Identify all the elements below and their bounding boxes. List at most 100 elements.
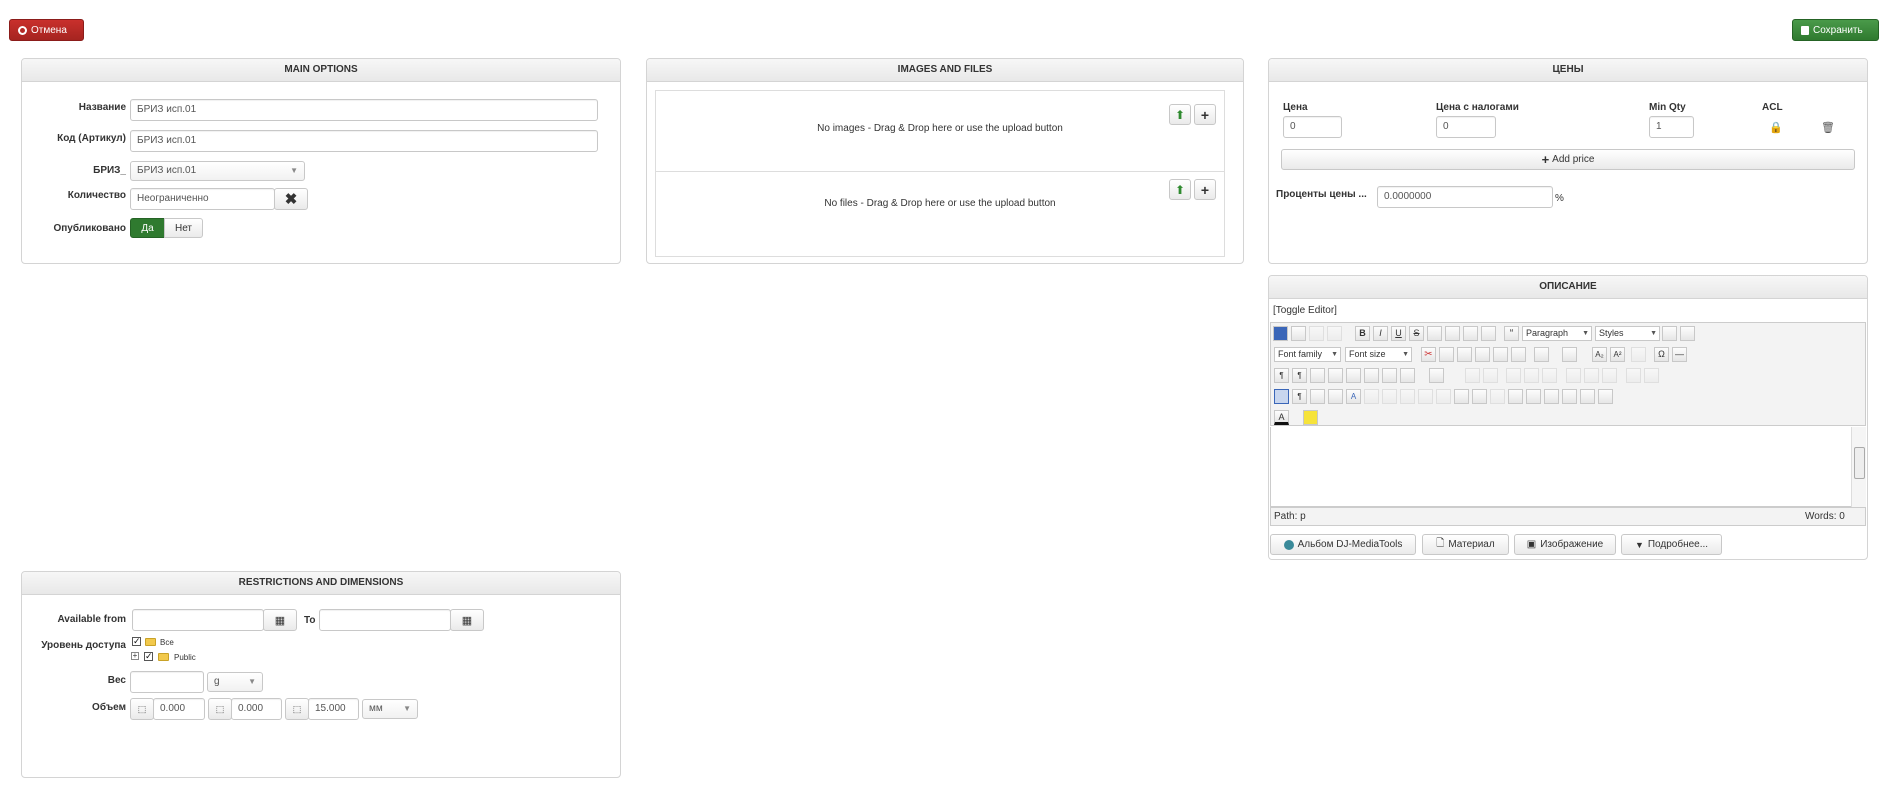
add-file-button[interactable]: + xyxy=(1194,179,1216,200)
copy-icon[interactable] xyxy=(1439,347,1454,362)
align-left-icon[interactable] xyxy=(1463,326,1478,341)
price-input[interactable]: 0 xyxy=(1283,116,1342,138)
available-to-calendar-button[interactable]: ▦ xyxy=(450,609,484,631)
merge-cells-icon[interactable] xyxy=(1644,368,1659,383)
del-icon[interactable] xyxy=(1418,389,1433,404)
preview-icon[interactable] xyxy=(1328,368,1343,383)
fullscreen-icon[interactable] xyxy=(1310,368,1325,383)
weight-input[interactable] xyxy=(130,671,204,693)
image-button[interactable]: ▣ Изображение xyxy=(1514,534,1616,555)
expand-icon[interactable]: + xyxy=(131,652,139,660)
paste-icon[interactable] xyxy=(1457,347,1472,362)
italic-icon[interactable]: I xyxy=(1373,326,1388,341)
superscript-icon[interactable]: A² xyxy=(1610,347,1625,362)
insert-template-icon[interactable] xyxy=(1310,389,1325,404)
name-input[interactable]: БРИЗ исп.01 xyxy=(130,99,598,121)
price-tax-input[interactable]: 0 xyxy=(1436,116,1496,138)
align-center-icon[interactable] xyxy=(1445,326,1460,341)
redo-icon[interactable] xyxy=(1327,326,1342,341)
find-icon[interactable] xyxy=(1382,368,1397,383)
indent-icon[interactable] xyxy=(1511,347,1526,362)
album-button[interactable]: Альбом DJ-MediaTools xyxy=(1270,534,1416,555)
align-justify-icon[interactable] xyxy=(1427,326,1442,341)
access-all-checkbox[interactable]: ✓ xyxy=(132,637,141,646)
table-icon[interactable] xyxy=(1429,368,1444,383)
published-yes-button[interactable]: Да xyxy=(130,218,165,238)
visual-aid-icon[interactable] xyxy=(1274,389,1289,404)
readmore-icon[interactable] xyxy=(1598,389,1613,404)
abbr-icon[interactable] xyxy=(1382,389,1397,404)
subscript-icon[interactable]: A₂ xyxy=(1592,347,1607,362)
col-after-icon[interactable] xyxy=(1584,368,1599,383)
available-to-input[interactable] xyxy=(319,609,451,631)
published-no-button[interactable]: Нет xyxy=(164,218,203,238)
replace-icon[interactable] xyxy=(1400,368,1415,383)
editor-content-area[interactable] xyxy=(1270,427,1866,507)
dimension-unit-select[interactable]: мм ▼ xyxy=(362,699,418,719)
ltr-icon[interactable]: ¶ xyxy=(1274,368,1289,383)
row-icon[interactable] xyxy=(1506,368,1521,383)
bullet-list-icon[interactable] xyxy=(1562,347,1577,362)
clean-format-icon[interactable] xyxy=(1680,326,1695,341)
cut-icon[interactable]: ✂ xyxy=(1421,347,1436,362)
height-input[interactable]: 15.000 xyxy=(308,698,359,720)
delete-row-icon[interactable] xyxy=(1542,368,1557,383)
bold-icon[interactable]: B xyxy=(1355,326,1370,341)
qty-clear-button[interactable]: ✖ xyxy=(274,188,308,210)
rtl-icon[interactable]: ¶ xyxy=(1292,368,1307,383)
code-input[interactable]: БРИЗ исп.01 xyxy=(130,130,598,152)
eraser-icon[interactable] xyxy=(1662,326,1677,341)
qty-input[interactable]: Неограниченно xyxy=(130,188,275,210)
align-right-icon[interactable] xyxy=(1481,326,1496,341)
blockquote-icon[interactable]: “ xyxy=(1504,326,1519,341)
new-document-icon[interactable] xyxy=(1291,326,1306,341)
layer-icon[interactable] xyxy=(1328,389,1343,404)
weight-unit-select[interactable]: g ▼ xyxy=(207,672,263,692)
table-props-icon[interactable] xyxy=(1465,368,1480,383)
attributes-icon[interactable] xyxy=(1454,389,1469,404)
font-size-select[interactable]: Font size ▼ xyxy=(1345,347,1412,362)
unlink-icon[interactable] xyxy=(1490,389,1505,404)
toggle-editor-link[interactable]: [Toggle Editor] xyxy=(1273,305,1337,316)
save-button[interactable]: Сохранить xyxy=(1792,19,1879,41)
add-price-button[interactable]: + Add price xyxy=(1281,149,1855,170)
numbered-list-icon[interactable] xyxy=(1534,347,1549,362)
split-cells-icon[interactable] xyxy=(1626,368,1641,383)
delete-col-icon[interactable] xyxy=(1602,368,1617,383)
cancel-button[interactable]: Отмена xyxy=(9,19,84,41)
styles-select[interactable]: Styles ▼ xyxy=(1595,326,1660,341)
spellcheck-icon[interactable] xyxy=(1631,347,1646,362)
special-char-icon[interactable]: Ω xyxy=(1654,347,1669,362)
link-icon[interactable] xyxy=(1508,389,1523,404)
font-family-select[interactable]: Font family ▼ xyxy=(1274,347,1341,362)
print-icon[interactable] xyxy=(1364,368,1379,383)
available-from-calendar-button[interactable]: ▦ xyxy=(263,609,297,631)
upload-image-button[interactable]: ⬆ xyxy=(1169,104,1191,125)
editor-scrollbar[interactable] xyxy=(1851,427,1866,507)
code-icon[interactable] xyxy=(1346,368,1361,383)
lock-icon[interactable]: 🔒 xyxy=(1769,121,1783,134)
access-public-checkbox[interactable]: ✓ xyxy=(144,652,153,661)
undo-icon[interactable] xyxy=(1309,326,1324,341)
width-input[interactable]: 0.000 xyxy=(231,698,282,720)
more-button[interactable]: ▼ Подробнее... xyxy=(1621,534,1722,555)
anchor-icon[interactable] xyxy=(1472,389,1487,404)
col-before-icon[interactable] xyxy=(1566,368,1581,383)
delete-table-icon[interactable] xyxy=(1483,368,1498,383)
min-qty-input[interactable]: 1 xyxy=(1649,116,1694,138)
pagebreak-icon[interactable] xyxy=(1580,389,1595,404)
percent-input[interactable]: 0.0000000 xyxy=(1377,186,1553,208)
add-image-button[interactable]: + xyxy=(1194,104,1216,125)
insert-date-icon[interactable] xyxy=(1562,389,1577,404)
briz-select[interactable]: БРИЗ исп.01 ▼ xyxy=(130,161,305,181)
paste-word-icon[interactable] xyxy=(1493,347,1508,362)
material-button[interactable]: 🗋 Материал xyxy=(1422,534,1509,555)
text-color-icon[interactable]: A xyxy=(1274,410,1289,425)
underline-icon[interactable]: U xyxy=(1391,326,1406,341)
format-select[interactable]: Paragraph ▼ xyxy=(1522,326,1592,341)
help-icon[interactable] xyxy=(1273,326,1288,341)
media-icon[interactable] xyxy=(1544,389,1559,404)
horizontal-rule-icon[interactable]: — xyxy=(1672,347,1687,362)
row-after-icon[interactable] xyxy=(1524,368,1539,383)
trash-icon[interactable]: 🗑 xyxy=(1821,121,1835,134)
